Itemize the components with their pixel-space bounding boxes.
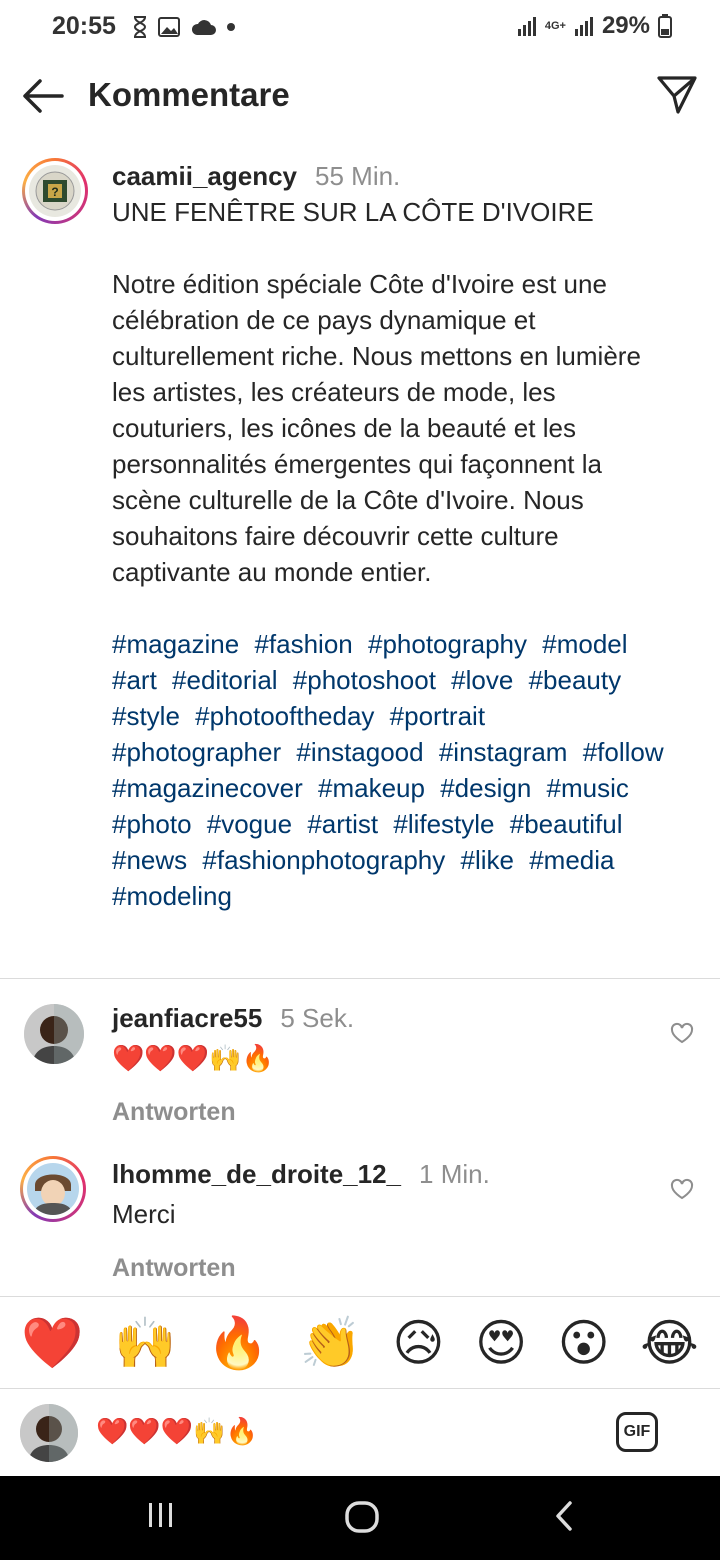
hashtag-link[interactable]: #follow — [583, 737, 664, 767]
comment-input[interactable]: ❤️❤️❤️🙌🔥 — [96, 1416, 258, 1447]
comment-user-line: jeanfiacre55 5 Sek. — [112, 1000, 632, 1036]
hashtag-link[interactable]: #instagram — [439, 737, 568, 767]
caption-username[interactable]: caamii_agency — [112, 161, 297, 191]
hashtag-link[interactable]: #vogue — [207, 809, 292, 839]
avatar-image — [27, 1163, 79, 1215]
hashtag-link[interactable]: #model — [542, 629, 627, 659]
battery-level: 29% — [601, 12, 650, 39]
hashtag-link[interactable]: #photooftheday — [195, 701, 374, 731]
comment-body: lhomme_de_droite_12_ 1 Min. Merci Antwort… — [112, 1156, 632, 1283]
heart-icon[interactable] — [670, 1178, 694, 1200]
hashtag-link[interactable]: #photoshoot — [293, 665, 436, 695]
hashtag-link[interactable]: #artist — [307, 809, 378, 839]
comment-username[interactable]: jeanfiacre55 — [112, 1003, 262, 1033]
hourglass-icon — [133, 16, 147, 38]
hashtag-link[interactable]: #like — [461, 845, 514, 875]
caption-body: caamii_agency 55 Min. UNE FENÊTRE SUR LA … — [112, 158, 672, 914]
hashtag-link[interactable]: #music — [547, 773, 629, 803]
comment-body: jeanfiacre55 5 Sek. ❤️❤️❤️🙌🔥 Antworten — [112, 1000, 632, 1127]
magazine-logo-icon: ? — [35, 171, 75, 211]
status-time: 20:55 — [52, 12, 116, 40]
hashtag-link[interactable]: #art — [112, 665, 157, 695]
avatar-image — [20, 1404, 78, 1462]
reply-button[interactable]: Antworten — [112, 1254, 632, 1283]
hashtag-link[interactable]: #photo — [112, 809, 192, 839]
hashtag-link[interactable]: #portrait — [390, 701, 485, 731]
reply-button[interactable]: Antworten — [112, 1098, 632, 1127]
reaction-sad[interactable]: 😥 — [392, 1313, 444, 1373]
quick-reactions-bar: ❤️ 🙌 🔥 👏 😥 😍 😮 😂 — [0, 1298, 720, 1388]
page-title: Kommentare — [88, 76, 290, 113]
header: Kommentare — [0, 58, 720, 134]
caption-text: UNE FENÊTRE SUR LA CÔTE D'IVOIRE Notre é… — [112, 197, 641, 587]
reaction-fire[interactable]: 🔥 — [207, 1313, 269, 1373]
comment-avatar[interactable] — [20, 1156, 86, 1222]
reaction-heart-eyes[interactable]: 😍 — [475, 1313, 527, 1373]
caption-avatar[interactable]: ? — [22, 158, 88, 224]
hashtag-link[interactable]: #lifestyle — [393, 809, 494, 839]
recent-apps-icon[interactable] — [146, 1500, 176, 1530]
avatar-image — [24, 1004, 84, 1064]
cloud-icon — [191, 20, 216, 35]
home-icon[interactable] — [344, 1500, 380, 1534]
reaction-heart[interactable]: ❤️ — [21, 1313, 83, 1373]
comment-input-bar: ❤️❤️❤️🙌🔥 GIF — [0, 1390, 720, 1476]
hashtag-link[interactable]: #design — [440, 773, 531, 803]
svg-text:?: ? — [51, 185, 58, 199]
hashtag-link[interactable]: #beauty — [529, 665, 622, 695]
hashtag-link[interactable]: #fashionphotography — [202, 845, 445, 875]
status-bar: 20:55 4G+ 29% — [0, 0, 720, 56]
reaction-clapping[interactable]: 👏 — [300, 1313, 362, 1373]
hashtag-link[interactable]: #makeup — [318, 773, 425, 803]
hashtag-link[interactable]: #beautiful — [510, 809, 623, 839]
caption-time: 55 Min. — [315, 161, 401, 191]
comment-text: Merci — [112, 1199, 176, 1229]
caption-user-line: caamii_agency 55 Min. — [112, 158, 672, 194]
gif-button[interactable]: GIF — [616, 1412, 658, 1452]
comment-text: ❤️❤️❤️🙌🔥 — [112, 1043, 274, 1073]
image-icon — [158, 17, 180, 37]
reaction-raising-hands[interactable]: 🙌 — [114, 1313, 176, 1373]
signal-icon-2 — [574, 17, 593, 36]
network-type: 4G+ — [544, 20, 566, 32]
comment-time: 5 Sek. — [280, 1003, 355, 1033]
hashtag-link[interactable]: #modeling — [112, 881, 232, 911]
hashtag-link[interactable]: #photography — [368, 629, 527, 659]
hashtag-link[interactable]: #media — [529, 845, 614, 875]
caption-hashtags: #magazine #fashion #photography #model #… — [112, 626, 672, 914]
hashtag-link[interactable]: #magazinecover — [112, 773, 303, 803]
battery-icon — [658, 14, 672, 38]
status-system-icons: 4G+ 29% — [517, 12, 672, 40]
system-nav-bar — [0, 1476, 720, 1560]
hashtag-link[interactable]: #fashion — [254, 629, 352, 659]
hashtag-link[interactable]: #editorial — [172, 665, 278, 695]
comment-avatar[interactable] — [24, 1004, 84, 1064]
hashtag-link[interactable]: #love — [451, 665, 513, 695]
hashtag-link[interactable]: #photographer — [112, 737, 281, 767]
own-avatar — [20, 1404, 78, 1462]
send-icon[interactable] — [656, 74, 698, 116]
divider — [0, 1388, 720, 1389]
hashtag-link[interactable]: #style — [112, 701, 180, 731]
comment-username[interactable]: lhomme_de_droite_12_ — [112, 1159, 401, 1189]
signal-icon — [517, 17, 536, 36]
dot-icon — [227, 23, 235, 31]
reaction-laughing[interactable]: 😂 — [640, 1313, 698, 1373]
heart-icon[interactable] — [670, 1022, 694, 1044]
divider — [0, 1296, 720, 1297]
back-nav-icon[interactable] — [552, 1500, 576, 1532]
hashtag-link[interactable]: #magazine — [112, 629, 239, 659]
hashtag-link[interactable]: #news — [112, 845, 187, 875]
status-notification-icons — [132, 16, 236, 38]
back-arrow-icon[interactable] — [20, 76, 64, 116]
comment-user-line: lhomme_de_droite_12_ 1 Min. — [112, 1156, 632, 1192]
comment-time: 1 Min. — [419, 1159, 490, 1189]
reaction-surprised[interactable]: 😮 — [558, 1313, 610, 1373]
hashtag-link[interactable]: #instagood — [296, 737, 423, 767]
divider — [0, 978, 720, 979]
